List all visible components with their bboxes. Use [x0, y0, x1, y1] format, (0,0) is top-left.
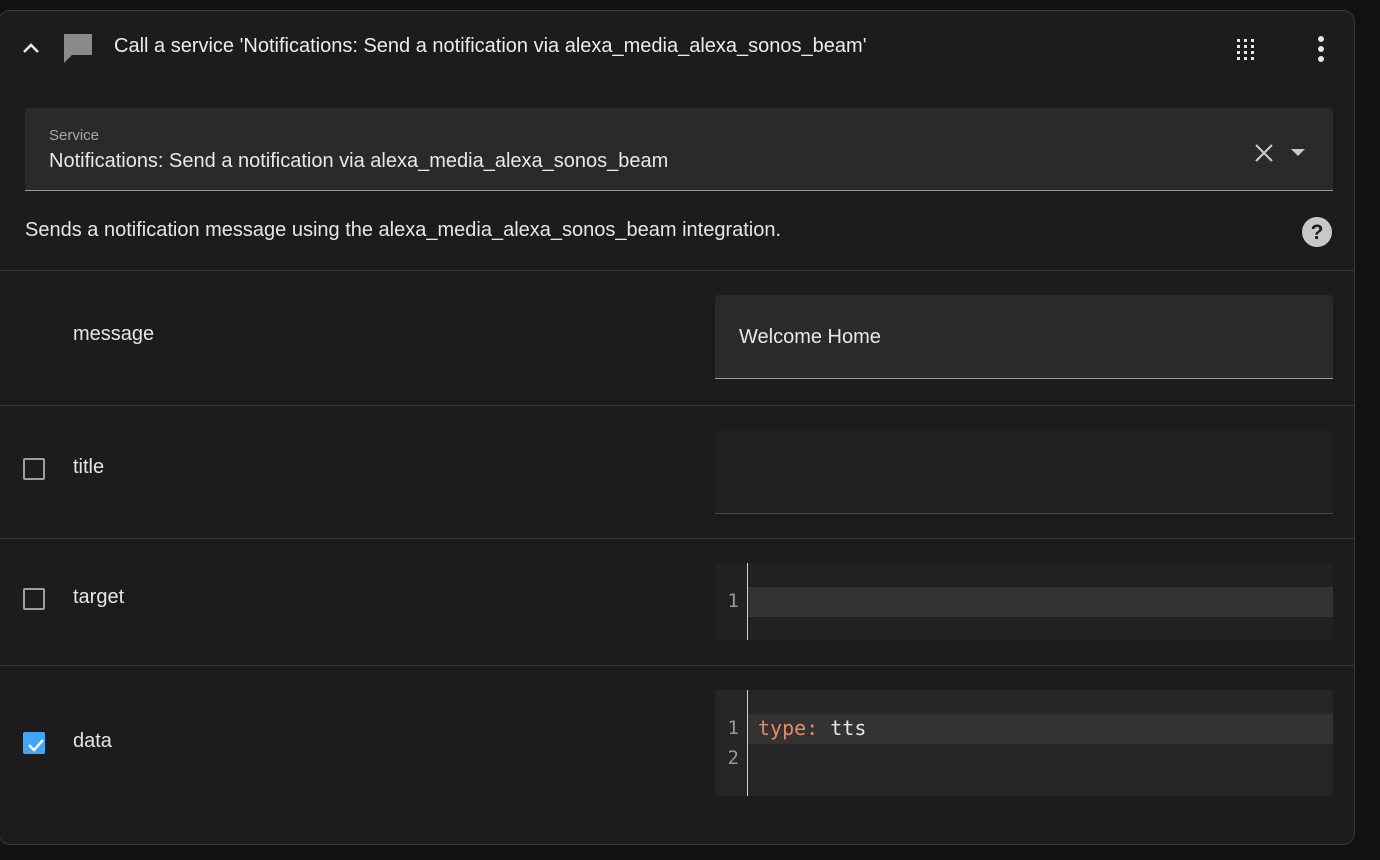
field-label-data: data: [73, 730, 112, 752]
service-label: Service: [49, 127, 100, 144]
chevron-up-icon[interactable]: [19, 37, 43, 61]
field-label-message: message: [73, 323, 155, 345]
checkmark-icon: [28, 739, 44, 752]
service-value[interactable]: Notifications: Send a notification via a…: [49, 150, 668, 173]
service-action-card: Call a service 'Notifications: Send a no…: [0, 10, 1355, 845]
field-row-data: data 1 2 type: tts: [0, 666, 1354, 844]
target-code-editor[interactable]: 1: [715, 563, 1333, 640]
card-title: Call a service 'Notifications: Send a no…: [114, 35, 867, 57]
more-vertical-icon[interactable]: [1309, 35, 1333, 63]
service-picker[interactable]: Service Notifications: Send a notificati…: [25, 108, 1333, 191]
field-row-title: title: [0, 406, 1354, 538]
yaml-value: tts: [818, 716, 867, 740]
line-number: 1: [727, 717, 739, 739]
line-number-gutter: 1: [715, 563, 748, 640]
data-code-editor[interactable]: 1 2 type: tts: [715, 690, 1333, 796]
help-circle-icon[interactable]: ?: [1301, 216, 1333, 248]
field-label-target: target: [73, 586, 125, 608]
drag-grid-icon[interactable]: [1235, 37, 1257, 61]
service-description: Sends a notification message using the a…: [25, 219, 782, 241]
line-number: 1: [727, 590, 739, 612]
dropdown-arrow-icon[interactable]: [1287, 144, 1309, 162]
data-checkbox[interactable]: [23, 732, 45, 754]
field-label-title: title: [73, 456, 105, 478]
target-checkbox[interactable]: [23, 588, 45, 610]
title-input[interactable]: [715, 430, 1333, 514]
svg-text:?: ?: [1311, 221, 1324, 244]
message-icon: [61, 31, 95, 65]
close-icon[interactable]: [1253, 142, 1275, 164]
line-number: 2: [727, 747, 739, 769]
message-input[interactable]: Welcome Home: [715, 295, 1333, 379]
message-input-value: Welcome Home: [739, 326, 881, 348]
field-row-message: message Welcome Home: [0, 271, 1354, 405]
line-number-gutter: 1 2: [715, 690, 748, 796]
field-row-target: target 1: [0, 539, 1354, 665]
code-line[interactable]: type: tts: [758, 716, 866, 740]
active-line-highlight: [748, 587, 1333, 617]
title-checkbox[interactable]: [23, 458, 45, 480]
yaml-key: type:: [758, 716, 819, 740]
card-header[interactable]: Call a service 'Notifications: Send a no…: [0, 11, 1354, 83]
